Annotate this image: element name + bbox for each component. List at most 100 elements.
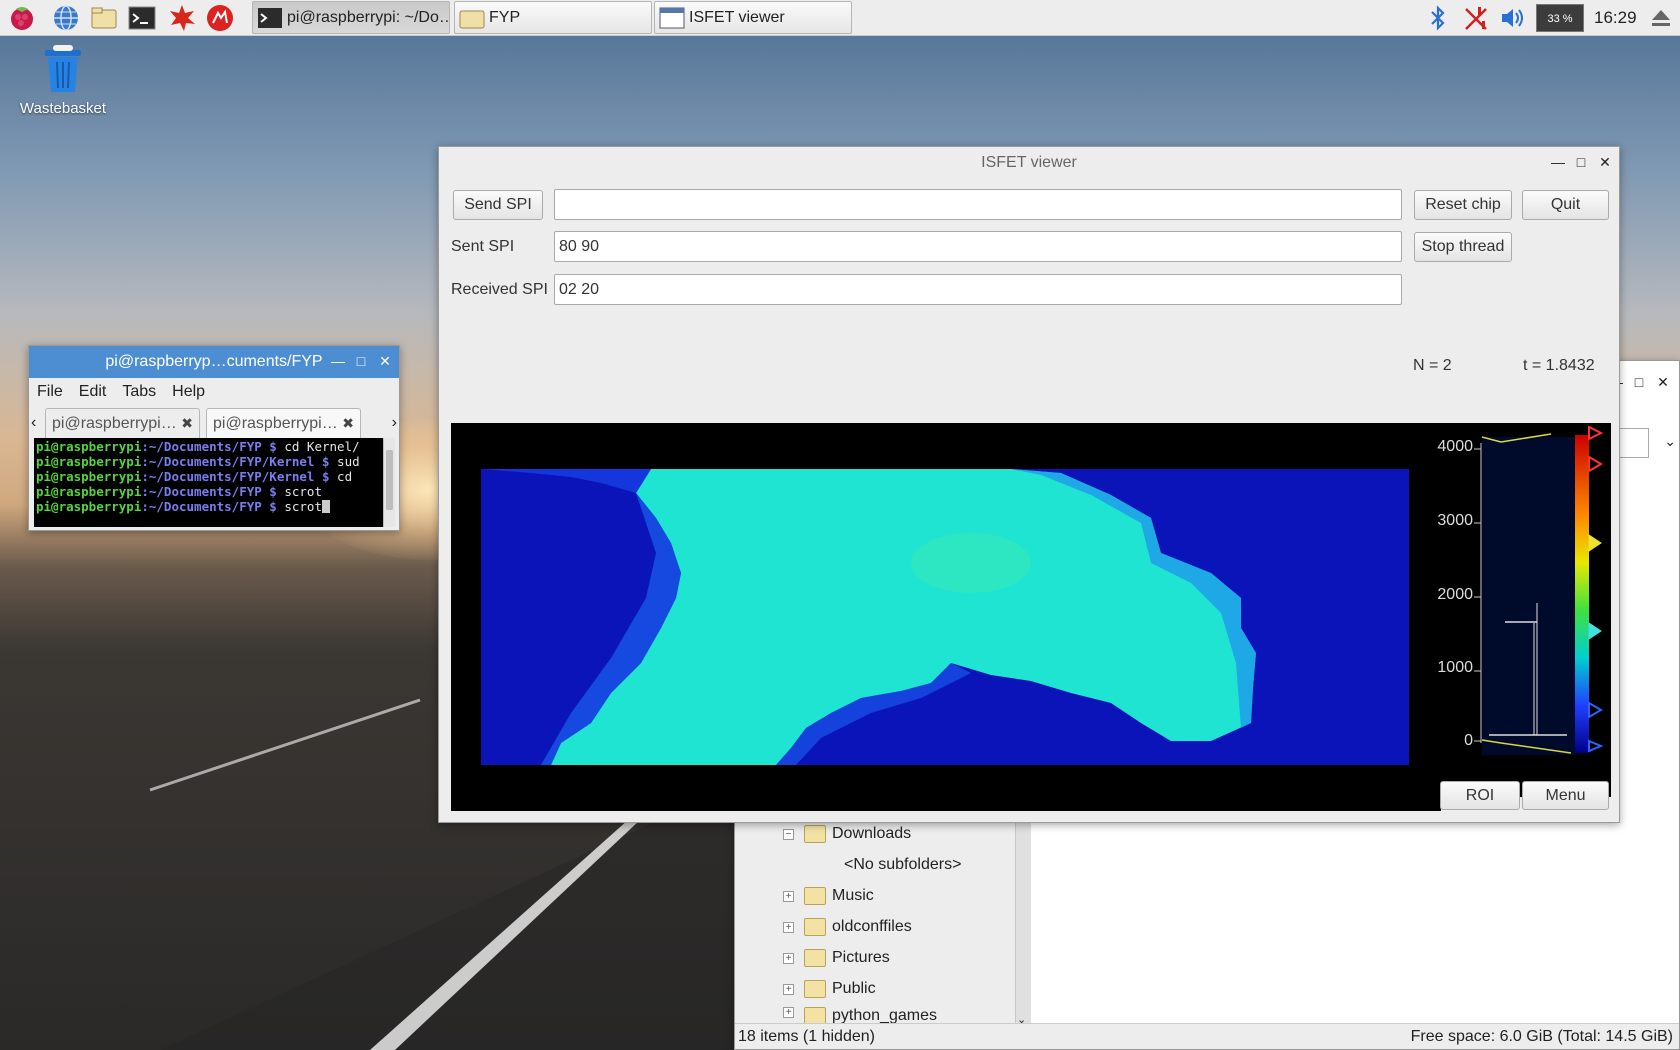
cpu-usage-monitor[interactable]: 33 % — [1536, 4, 1584, 32]
terminal-tab-1[interactable]: pi@raspberrypi: … ✖ — [45, 408, 200, 438]
isfet-title: ISFET viewer — [981, 154, 1077, 171]
task-label: ISFET viewer — [689, 8, 785, 26]
sensor-heatmap — [481, 469, 1409, 765]
received-spi-label: Received SPI — [451, 281, 548, 298]
send-spi-button[interactable]: Send SPI — [453, 190, 543, 220]
menu-help[interactable]: Help — [172, 383, 205, 401]
fm-tree-scrollbar[interactable]: ⌄ — [1015, 821, 1031, 1026]
collapse-icon[interactable]: − — [783, 828, 794, 840]
menu-tabs[interactable]: Tabs — [122, 383, 156, 401]
roi-button[interactable]: ROI — [1440, 781, 1520, 810]
close-icon[interactable]: ✕ — [1599, 153, 1611, 171]
web-browser-icon[interactable] — [52, 4, 80, 32]
tree-item-oldconffiles[interactable]: + oldconffiles — [783, 914, 912, 940]
histogram-tick-4000: 4000 — [1437, 438, 1473, 455]
menu-file[interactable]: File — [37, 383, 63, 401]
close-tab-icon[interactable]: ✖ — [342, 415, 354, 432]
bluetooth-icon[interactable] — [1428, 5, 1448, 31]
maximize-icon[interactable]: □ — [1575, 153, 1587, 171]
volume-icon[interactable] — [1500, 6, 1526, 30]
terminal-scrollbar[interactable] — [383, 438, 395, 527]
minimize-icon[interactable]: — — [331, 352, 345, 370]
task-isfet-viewer[interactable]: ISFET viewer — [654, 1, 852, 34]
tree-label: Music — [832, 887, 874, 904]
expand-icon[interactable]: + — [783, 921, 794, 933]
reset-chip-button[interactable]: Reset chip — [1414, 190, 1512, 220]
quit-button[interactable]: Quit — [1522, 190, 1609, 220]
clock[interactable]: 16:29 — [1594, 8, 1637, 28]
math-kernel-icon[interactable] — [168, 4, 196, 32]
menu-edit[interactable]: Edit — [79, 383, 107, 401]
terminal-line: pi@raspberrypi:~/Documents/FYP/Kernel $ … — [36, 454, 360, 469]
terminal-tab-bar: ‹ pi@raspberrypi: … ✖ pi@raspberrypi: … … — [29, 406, 399, 438]
scrollbar-thumb[interactable] — [386, 450, 393, 510]
terminal-line: pi@raspberrypi:~/Documents/FYP $ cd Kern… — [36, 439, 360, 454]
terminal-title: pi@raspberryp…cuments/FYP — [105, 353, 323, 370]
tab-label: pi@raspberrypi: … — [52, 414, 178, 432]
window-icon — [659, 7, 685, 28]
desktop-wastebasket[interactable]: Wastebasket — [10, 44, 116, 117]
maximize-icon[interactable]: □ — [1633, 373, 1645, 391]
time-label: t = 1.8432 — [1523, 357, 1595, 374]
sensor-image-view[interactable] — [451, 423, 1441, 811]
close-icon[interactable]: ✕ — [1657, 373, 1669, 391]
histogram-tick-3000: 3000 — [1437, 512, 1473, 529]
expand-icon[interactable]: + — [783, 983, 794, 995]
close-icon[interactable]: ✕ — [379, 352, 391, 370]
chevron-right-icon[interactable]: › — [392, 414, 397, 432]
wolfram-icon[interactable] — [206, 4, 234, 32]
histogram-panel[interactable]: 4000 3000 2000 1000 0 — [1437, 423, 1611, 797]
file-manager-icon[interactable] — [90, 4, 118, 32]
chevron-left-icon[interactable]: ‹ — [31, 414, 36, 432]
task-label: FYP — [489, 8, 521, 26]
close-tab-icon[interactable]: ✖ — [181, 415, 193, 432]
isfet-window-controls: — □ ✕ — [1551, 153, 1611, 171]
tree-item-music[interactable]: + Music — [783, 883, 874, 909]
isfet-titlebar[interactable]: ISFET viewer — □ ✕ — [439, 147, 1619, 179]
fm-status-items: 18 items (1 hidden) — [738, 1028, 875, 1045]
tree-label: oldconffiles — [832, 918, 912, 935]
expand-icon[interactable]: + — [783, 952, 794, 964]
stop-thread-button[interactable]: Stop thread — [1414, 232, 1512, 262]
menu-button[interactable]: Menu — [1522, 781, 1609, 810]
terminal-screen[interactable]: pi@raspberrypi:~/Documents/FYP $ cd Kern… — [34, 438, 386, 527]
terminal-line: pi@raspberrypi:~/Documents/FYP/Kernel $ … — [36, 469, 353, 484]
terminal-tab-2[interactable]: pi@raspberrypi: … ✖ — [206, 408, 361, 438]
wastebasket-label: Wastebasket — [19, 100, 107, 117]
terminal-window-controls: — □ ✕ — [331, 352, 391, 370]
tree-item-public[interactable]: + Public — [783, 976, 876, 1002]
isfet-viewer-window: ISFET viewer — □ ✕ Send SPI Reset chip Q… — [438, 146, 1620, 823]
taskbar: pi@raspberrypi: ~/Do… FYP ISFET viewer 3… — [0, 0, 1680, 36]
terminal-line: pi@raspberrypi:~/Documents/FYP $ scrot — [36, 499, 384, 514]
frame-count-label: N = 2 — [1413, 357, 1452, 374]
task-label: pi@raspberrypi: ~/Do… — [287, 8, 450, 26]
text-cursor — [321, 500, 330, 513]
tree-item-pictures[interactable]: + Pictures — [783, 945, 890, 971]
minimize-icon[interactable]: — — [1551, 153, 1565, 171]
eject-icon[interactable] — [1650, 8, 1672, 28]
send-spi-input[interactable] — [554, 189, 1402, 220]
public-folder-icon — [804, 980, 826, 998]
chevron-down-icon[interactable]: ⌄ — [1664, 433, 1676, 450]
terminal-launcher-icon[interactable] — [128, 4, 156, 32]
tree-item-downloads[interactable]: − Downloads — [783, 821, 911, 847]
maximize-icon[interactable]: □ — [355, 352, 367, 370]
tree-label: <No subfolders> — [844, 856, 962, 873]
histogram-tick-1000: 1000 — [1437, 659, 1473, 676]
network-disconnected-icon[interactable] — [1462, 5, 1490, 31]
expand-icon[interactable]: + — [783, 1007, 794, 1018]
folder-icon — [459, 10, 485, 28]
sent-spi-field[interactable]: 80 90 — [554, 231, 1402, 262]
raspberry-menu-icon[interactable] — [8, 4, 36, 32]
tree-label: Downloads — [832, 825, 912, 842]
tree-item-no-subfolders: <No subfolders> — [844, 852, 961, 878]
expand-icon[interactable]: + — [783, 890, 794, 902]
task-terminal[interactable]: pi@raspberrypi: ~/Do… — [252, 1, 450, 34]
fm-directory-tree: − Downloads <No subfolders> + Music + ol… — [735, 821, 1015, 1026]
terminal-titlebar[interactable]: pi@raspberryp…cuments/FYP — □ ✕ — [29, 346, 399, 378]
histogram-tick-0: 0 — [1464, 732, 1473, 749]
tree-label: Pictures — [832, 949, 890, 966]
received-spi-field[interactable]: 02 20 — [554, 274, 1402, 305]
task-fyp-folder[interactable]: FYP — [454, 1, 652, 34]
pictures-folder-icon — [804, 949, 826, 967]
